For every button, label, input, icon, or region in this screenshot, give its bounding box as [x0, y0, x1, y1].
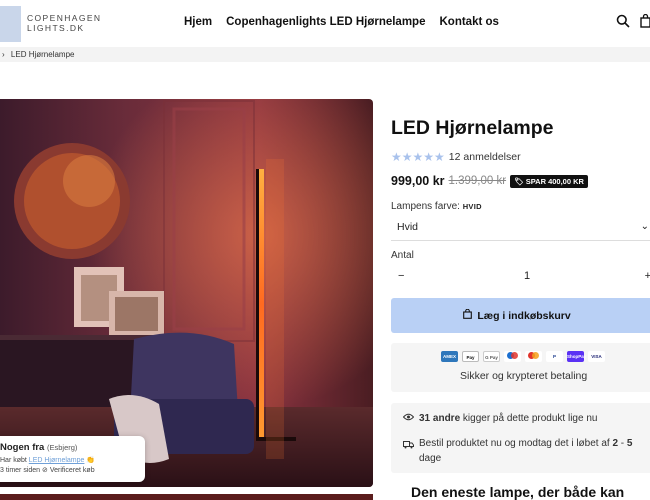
popup-product-link[interactable]: LED Hjørnelampe — [29, 457, 85, 464]
logo-line-2: LIGHTS.DK — [27, 23, 85, 33]
product-rating[interactable]: ★★★★★ 12 anmeldelser — [391, 150, 521, 164]
site-header: COPENHAGEN LIGHTS.DK Hjem Copenhagenligh… — [0, 0, 650, 47]
popup-name: Nogen fra — [0, 442, 45, 453]
popup-bought-line: Har købt LED Hjørnelampe 👏 — [0, 456, 145, 464]
recent-purchase-popup[interactable]: Nogen fra (Esbjerg) Har købt LED Hjørnel… — [0, 436, 145, 482]
price-row: 999,00 kr 1.399,00 kr 🏷 SPAR 400,00 KR — [391, 174, 588, 188]
search-icon[interactable] — [616, 14, 630, 33]
amex-icon: AMEX — [441, 351, 458, 362]
popup-city: (Esbjerg) — [46, 443, 78, 452]
eye-icon — [402, 413, 415, 424]
payment-box: AMEX Pay G Pay P ShopPay VISA Sikker og … — [391, 343, 650, 392]
quantity-label: Antal — [391, 250, 414, 261]
clap-icon: 👏 — [86, 457, 96, 464]
rating-stars-icon: ★★★★★ — [391, 150, 445, 164]
chevron-down-icon: ⌄ — [640, 221, 649, 232]
nav-item-kontakt[interactable]: Kontakt os — [439, 16, 498, 28]
main-nav: Hjem Copenhagenlights LED Hjørnelampe Ko… — [184, 16, 499, 28]
quantity-increase-button[interactable]: + — [645, 270, 650, 282]
apple-pay-icon: Pay — [462, 351, 479, 362]
info-box: 31 andre kigger på dette produkt lige nu… — [391, 403, 650, 473]
old-price: 1.399,00 kr — [448, 175, 507, 187]
color-value-label: HVID — [462, 202, 482, 211]
quantity-decrease-button[interactable]: − — [398, 270, 404, 282]
price: 999,00 kr — [391, 174, 445, 188]
nav-item-hjem[interactable]: Hjem — [184, 16, 212, 28]
breadcrumb-separator: › — [2, 50, 5, 59]
payment-icons: AMEX Pay G Pay P ShopPay VISA — [441, 351, 605, 362]
product-title: LED Hjørnelampe — [391, 117, 554, 139]
shop-pay-icon: ShopPay — [567, 351, 586, 362]
color-label: Lampens farve: HVID — [391, 201, 482, 212]
logo[interactable]: COPENHAGEN LIGHTS.DK — [27, 13, 101, 33]
viewers-text: kigger på dette produkt lige nu — [462, 413, 598, 424]
quantity-stepper: − 1 + — [391, 265, 650, 291]
popup-title: Nogen fra (Esbjerg) — [0, 442, 145, 453]
verified-icon: ⊘ — [42, 467, 48, 474]
tag-icon: 🏷 — [514, 176, 524, 186]
popup-verified: Verificeret køb — [49, 467, 95, 474]
visa-icon: VISA — [588, 351, 605, 362]
secure-payment-text: Sikker og krypteret betaling — [460, 370, 588, 382]
product-image[interactable] — [0, 99, 373, 487]
add-to-cart-label: Læg i indkøbskurv — [477, 309, 571, 322]
delivery-min-days: 2 — [612, 438, 619, 449]
breadcrumb: › LED Hjørnelampe — [0, 47, 650, 62]
viewers-line: 31 andre kigger på dette produkt lige nu — [402, 413, 598, 424]
popup-meta: 3 timer siden ⊘ Verificeret køb — [0, 466, 145, 474]
header-actions — [616, 13, 650, 33]
mastercard-icon — [525, 351, 542, 362]
delivery-dash: - — [620, 438, 625, 449]
breadcrumb-current: LED Hjørnelampe — [10, 50, 75, 59]
delivery-line: Bestil produktet nu og modtag det i løbe… — [403, 436, 650, 466]
bag-icon — [463, 308, 473, 322]
delivery-text-a: Bestil produktet nu og modtag det i løbe… — [419, 438, 610, 449]
logo-mark[interactable] — [0, 6, 21, 42]
nav-item-product[interactable]: Copenhagenlights LED Hjørnelampe — [226, 16, 425, 28]
popup-bought-prefix: Har købt — [0, 457, 27, 464]
section-headline: Den eneste lampe, der både kan — [411, 484, 625, 500]
save-badge-text: SPAR 400,00 KR — [525, 176, 584, 186]
color-label-text: Lampens farve: — [391, 201, 460, 212]
cart-icon[interactable] — [640, 13, 650, 33]
truck-icon — [403, 436, 414, 466]
save-badge: 🏷 SPAR 400,00 KR — [510, 174, 588, 188]
viewers-count: 31 andre — [419, 413, 461, 424]
quantity-value[interactable]: 1 — [524, 270, 530, 282]
delivery-text-b: dage — [419, 453, 442, 464]
color-select[interactable]: Hvid ⌄ — [391, 215, 650, 241]
review-count[interactable]: 12 anmeldelser — [449, 151, 521, 163]
delivery-max-days: 5 — [626, 438, 633, 449]
popup-time: 3 timer siden — [0, 467, 41, 474]
color-select-value: Hvid — [397, 221, 419, 233]
maestro-icon — [504, 351, 521, 362]
add-to-cart-button[interactable]: Læg i indkøbskurv — [391, 298, 650, 333]
logo-line-1: COPENHAGEN — [27, 13, 102, 23]
thumbnail-strip[interactable] — [0, 494, 373, 500]
google-pay-icon: G Pay — [483, 351, 500, 362]
paypal-icon: P — [546, 351, 563, 362]
